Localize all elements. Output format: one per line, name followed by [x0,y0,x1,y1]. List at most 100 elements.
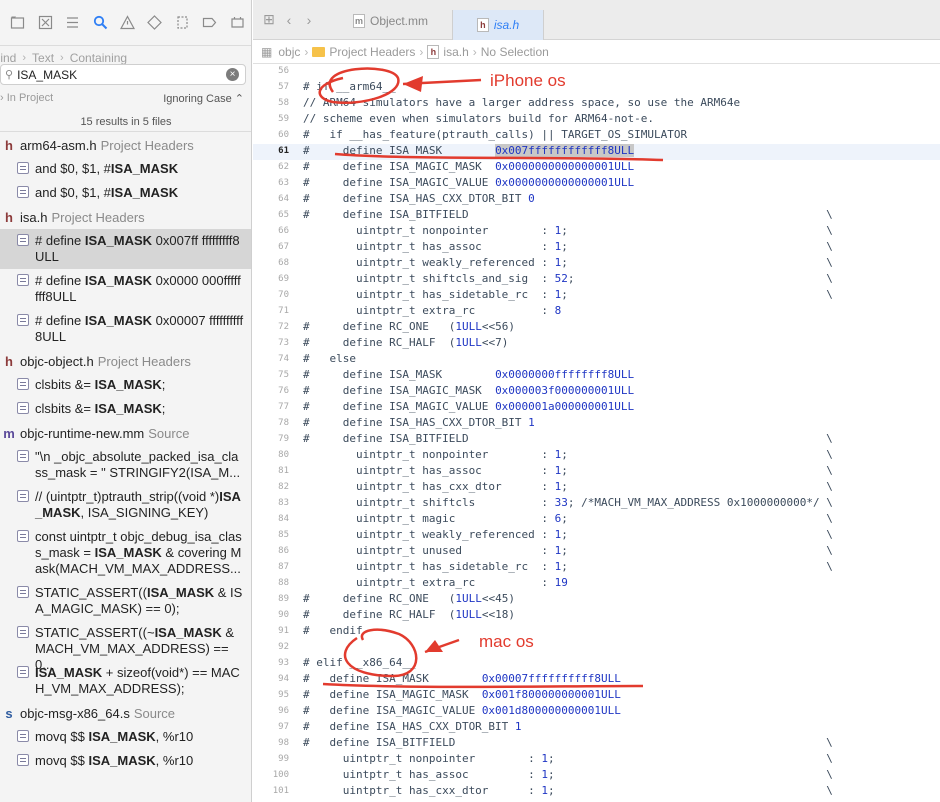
code-line: # define ISA_MASK 0x0000000ffffffff8ULL [303,368,635,381]
source-control-icon[interactable] [31,8,58,38]
search-input[interactable] [17,67,218,82]
line-number: 76 [278,386,289,396]
grid-icon[interactable]: ⊞ [259,10,279,30]
result-line-icon [17,626,29,638]
code-line: # define ISA_MAGIC_MASK 0x001f8000000000… [303,688,621,701]
result-line-icon [17,274,29,286]
search-result-row[interactable]: STATIC_ASSERT((~ISA_MASK & MACH_VM_MAX_A… [0,621,251,672]
code-line: # else [303,352,356,365]
clear-search-icon[interactable]: × [226,68,239,81]
code-line: uintptr_t has_cxx_dtor : 1; \ [303,784,833,797]
code-area[interactable]: 56 57 # if __arm64__ 58 // ARM64 simulators … [253,64,940,802]
chevron-right-icon: › [22,52,27,64]
line-number: 58 [278,98,289,108]
search-result-text: # define ISA_MASK 0x00007 ffffffffff8ULL [35,313,244,344]
result-line-icon [17,490,29,502]
result-line-icon [17,378,29,390]
jumpbar-group[interactable]: Project Headers [329,45,415,59]
test-navigator-icon[interactable] [141,8,168,38]
results-list: h arm64-asm.h Project Headers and $0, $1, #… [0,133,251,773]
result-file-group[interactable]: h isa.h Project Headers [0,205,251,229]
code-line: // scheme even when simulators build for… [303,112,654,125]
breakpoint-navigator-icon[interactable] [196,8,223,38]
search-result-text: STATIC_ASSERT((ISA_MASK & ISA_MAGIC_MASK… [35,585,243,616]
line-number: 97 [278,722,289,732]
code-line: # define RC_ONE (1ULL<<56) [303,320,515,333]
search-result-row[interactable]: # define ISA_MASK 0x007ff fffffffff8ULL [0,229,251,269]
find-mode-containing[interactable]: Containing [67,51,130,65]
search-result-row[interactable]: # define ISA_MASK 0x00007 ffffffffff8ULL [0,309,251,349]
symbol-navigator-icon[interactable] [59,8,86,38]
line-number: 68 [278,258,289,268]
search-result-row[interactable]: # define ISA_MASK 0x0000 000ffffffff8ULL [0,269,251,309]
result-line-icon [17,666,29,678]
line-number: 94 [278,674,289,684]
line-number: 75 [278,370,289,380]
result-file-group[interactable]: s objc-msg-x86_64.s Source [0,701,251,725]
tab-label: Object.mm [370,14,429,28]
search-result-row[interactable]: // (uintptr_t)ptrauth_strip((void *)ISA_… [0,485,251,525]
chevron-right-icon: › [419,44,424,59]
search-result-row[interactable]: ISA_MASK + sizeof(void*) == MACH_VM_MAX_… [0,661,251,701]
line-number: 87 [278,562,289,572]
line-number: 65 [278,210,289,220]
code-line: # define RC_HALF (1ULL<<18) [303,608,515,621]
search-result-row[interactable]: movq $$ ISA_MASK, %r10 [0,725,251,749]
result-line-icon [17,402,29,414]
result-file-group-label: Project Headers [97,353,191,369]
line-number: 71 [278,306,289,316]
search-result-row[interactable]: "\n _objc_absolute_packed_isa_class_mask… [0,445,251,485]
tab-label: isa.h [493,18,520,32]
case-matching-label: Ignoring Case [163,93,232,105]
find-navigator-icon[interactable] [86,8,113,38]
code-line: # define ISA_MAGIC_VALUE 0x001d800000000… [303,704,621,717]
code-line: uintptr_t unused : 1; \ [303,544,833,557]
search-result-row[interactable]: and $0, $1, #ISA_MASK [0,157,251,181]
line-number: 82 [278,482,289,492]
search-result-row[interactable]: and $0, $1, #ISA_MASK [0,181,251,205]
jump-bar: ▦ objc › Project Headers › h isa.h › No … [253,40,940,64]
find-search-field[interactable]: ⚲ × [0,64,246,85]
search-scope[interactable]: › In Project [0,92,53,104]
issue-navigator-icon[interactable] [114,8,141,38]
find-mode-text[interactable]: Text [29,51,57,65]
search-result-text: ISA_MASK + sizeof(void*) == MACH_VM_MAX_… [35,665,240,696]
report-navigator-icon[interactable] [224,8,251,38]
source-file-icon: m [353,14,365,28]
result-file-group[interactable]: m objc-runtime-new.mm Source [0,421,251,445]
jumpbar-selection[interactable]: No Selection [481,45,549,59]
code-line: uintptr_t shiftcls_and_sig : 52; \ [303,272,833,285]
search-result-row[interactable]: STATIC_ASSERT((ISA_MASK & ISA_MAGIC_MASK… [0,581,251,621]
result-line-icon [17,234,29,246]
back-button[interactable]: ‹ [279,10,299,30]
tab-object-mm[interactable]: m Object.mm [353,14,428,28]
annotation-iphone-os: iPhone os [490,71,566,90]
project-navigator-icon[interactable] [4,8,31,38]
file-type-icon: h [5,137,13,153]
code-line: # define ISA_BITFIELD \ [303,208,833,221]
tab-isa-h[interactable]: h isa.h [452,10,544,40]
result-file-group[interactable]: h objc-object.h Project Headers [0,349,251,373]
case-matching-popup[interactable]: Ignoring Case ⌃ [163,92,244,105]
search-result-row[interactable]: clsbits &= ISA_MASK; [0,373,251,397]
find-mode-find[interactable]: Find [0,51,19,65]
search-result-text: clsbits &= ISA_MASK; [35,401,166,416]
annotation-mac-os: mac os [479,632,534,651]
jumpbar-file[interactable]: isa.h [443,45,468,59]
line-number: 99 [278,754,289,764]
search-result-row[interactable]: const uintptr_t objc_debug_isa_class_mas… [0,525,251,581]
line-number: 64 [278,194,289,204]
search-result-text: // (uintptr_t)ptrauth_strip((void *)ISA_… [35,489,241,520]
line-number: 85 [278,530,289,540]
code-line: uintptr_t nonpointer : 1; \ [303,448,833,461]
debug-navigator-icon[interactable] [169,8,196,38]
line-number: 61 [278,146,289,156]
search-result-row[interactable]: movq $$ ISA_MASK, %r10 [0,749,251,773]
jumpbar-project[interactable]: objc [278,45,300,59]
search-icon: ⚲ [5,69,14,81]
result-file-group[interactable]: h arm64-asm.h Project Headers [0,133,251,157]
line-number: 62 [278,162,289,172]
related-items-icon[interactable]: ▦ [261,45,272,59]
search-result-row[interactable]: clsbits &= ISA_MASK; [0,397,251,421]
forward-button[interactable]: › [299,10,319,30]
